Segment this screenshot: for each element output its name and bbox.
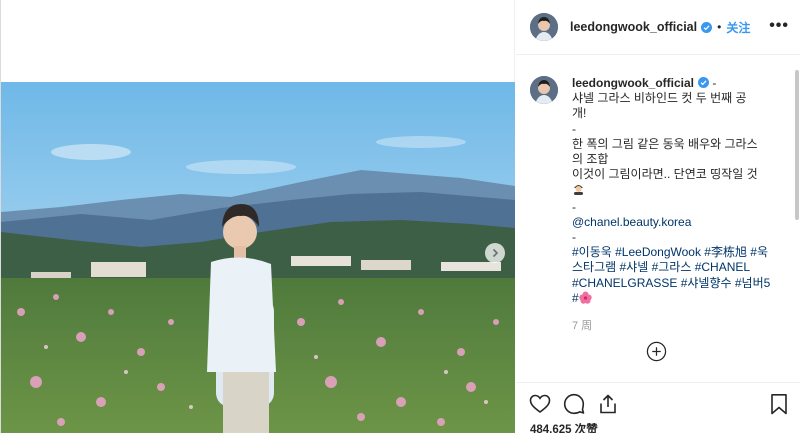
comment-bubble-icon[interactable] [562,392,586,416]
caption-line [572,182,780,199]
heart-icon[interactable] [528,392,552,416]
caption-line: - [572,121,576,136]
caption-text: leedongwook_official - 샤넬 그라스 비하인드 컷 두 번… [572,76,780,334]
caption-dash: - [712,76,717,90]
post-photo[interactable] [1,82,515,433]
post-media [1,0,515,433]
carousel-next-button[interactable] [485,243,505,263]
hashtag-line[interactable]: #CHANELGRASSE #샤넬향수 #넘버5 [572,276,780,291]
avatar-photo [530,13,558,41]
caption-line: - [572,199,576,214]
caption-line: 한 폭의 그림 같은 동욱 배우와 그라스 [572,136,758,151]
hashtag-line[interactable]: 스타그램 #샤넬 #그라스 #CHANEL [572,260,780,275]
caption-username[interactable]: leedongwook_official [572,76,694,90]
hibiscus-emoji [578,291,592,304]
caption-line: 의 조합 [572,152,609,167]
avatar-photo [530,76,558,104]
post-sidebar: leedongwook_official • 关注 ••• leedongwoo… [516,0,800,433]
caption: leedongwook_official - 샤넬 그라스 비하인드 컷 두 번… [530,76,780,334]
plus-circle-icon[interactable] [646,341,667,362]
post-header: leedongwook_official • 关注 ••• [516,0,800,55]
share-icon[interactable] [596,392,620,416]
caption-avatar[interactable] [530,76,558,104]
chevron-right-icon [492,248,499,258]
comments-section[interactable]: leedongwook_official - 샤넬 그라스 비하인드 컷 두 번… [516,56,800,382]
hashtag-line[interactable]: # [572,291,579,305]
hashtag-line[interactable]: #이동욱 #LeeDongWook #李栋旭 #욱 [572,245,780,260]
caption-line: leedongwook_official - [572,76,780,91]
post-actions: 484,625 次赞 [516,382,800,433]
caption-line: - [572,230,576,245]
verified-badge-icon [698,77,710,88]
post-time-ago[interactable]: 7 周 [572,319,780,334]
mention-link[interactable]: @chanel.beauty.korea [572,215,780,230]
caption-line: 개! [572,106,587,121]
bookmark-icon[interactable] [767,392,791,416]
post-image [1,82,515,433]
avatar[interactable] [530,13,558,41]
artist-emoji [574,185,583,196]
scrollbar-thumb[interactable] [795,70,799,220]
header-separator: • [717,20,722,34]
instagram-post: leedongwook_official • 关注 ••• leedongwoo… [0,0,800,433]
follow-button[interactable]: 关注 [726,19,750,36]
verified-badge-icon [701,21,713,33]
likes-count[interactable]: 484,625 次赞 [530,421,598,433]
caption-line: 샤넬 그라스 비하인드 컷 두 번째 공 [572,91,747,106]
caption-line: 이것이 그림이라면.. 단연코 띵작일 것 [572,167,758,182]
post-username[interactable]: leedongwook_official [570,20,697,34]
more-options-icon[interactable]: ••• [769,18,789,34]
caption-line: # [572,291,780,306]
